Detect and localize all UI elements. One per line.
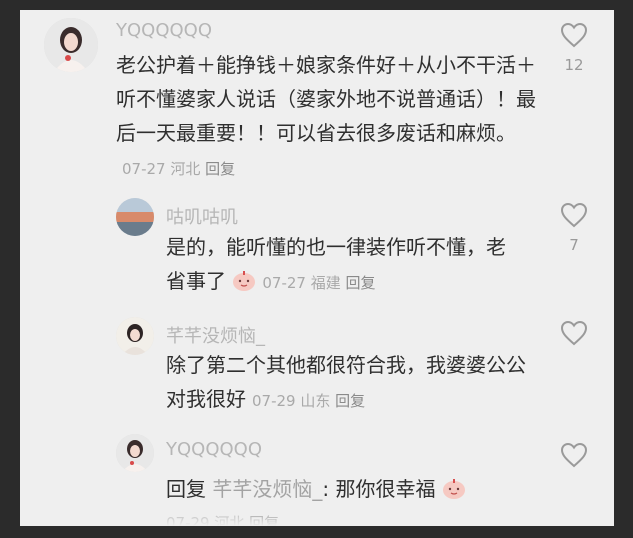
heart-outline-icon — [560, 202, 588, 228]
heart-outline-icon — [560, 442, 588, 468]
username[interactable]: 咕叽咕叽 — [166, 203, 238, 229]
avatar[interactable] — [116, 317, 154, 355]
comment-text: 老公护着＋能挣钱＋娘家条件好＋从小不干活＋听不懂婆家人说话（婆家外地不说普通话）… — [116, 48, 546, 186]
like-button[interactable]: 7 — [560, 202, 588, 254]
comment-item: YQQQQQQ 老公护着＋能挣钱＋娘家条件好＋从小不干活＋听不懂婆家人说话（婆家… — [20, 10, 614, 190]
comment-location: 河北 — [170, 160, 201, 178]
comment-date: 07-27 — [122, 160, 166, 178]
heart-outline-icon — [560, 22, 588, 48]
like-button[interactable]: 12 — [560, 22, 588, 74]
username[interactable]: 芊芊没烦恼_ — [166, 322, 265, 348]
reply-prefix: 回复 — [166, 477, 206, 501]
comment-meta: 07-27 福建 回复 — [262, 274, 375, 292]
comment-text: 回复 芊芊没烦恼_: 那你很幸福 — [166, 472, 546, 510]
avatar[interactable] — [116, 198, 154, 236]
username[interactable]: YQQQQQQ — [166, 439, 262, 460]
username[interactable]: YQQQQQQ — [116, 20, 212, 41]
avatar-image — [116, 434, 154, 472]
reply-button[interactable]: 回复 — [335, 392, 365, 410]
avatar[interactable] — [44, 18, 98, 72]
mention-link[interactable]: 芊芊没烦恼_ — [212, 477, 322, 501]
like-count: 7 — [569, 236, 579, 254]
comment-meta: 07-27 河北 回复 — [122, 160, 235, 178]
comment-location: 福建 — [310, 274, 341, 292]
like-count: 12 — [564, 56, 584, 74]
reply-item: 咕叽咕叽 是的，能听懂的也一律装作听不懂，老省事了 07-27 福建 回复 7 — [20, 190, 614, 310]
reply-button[interactable]: 回复 — [346, 274, 376, 292]
scroll-fade — [20, 508, 614, 526]
comment-panel: YQQQQQQ 老公护着＋能挣钱＋娘家条件好＋从小不干活＋听不懂婆家人说话（婆家… — [20, 10, 614, 526]
comment-meta: 07-29 山东 回复 — [252, 392, 365, 410]
blush-face-icon — [442, 476, 466, 510]
comment-content: 老公护着＋能挣钱＋娘家条件好＋从小不干活＋听不懂婆家人说话（婆家外地不说普通话）… — [116, 53, 536, 145]
avatar-image — [116, 317, 154, 355]
heart-outline-icon — [560, 320, 588, 346]
comment-text: 除了第二个其他都很符合我，我婆婆公公对我很好 07-29 山东 回复 — [166, 348, 526, 418]
like-button[interactable] — [560, 320, 588, 346]
avatar-image — [116, 198, 154, 236]
comment-date: 07-27 — [262, 274, 306, 292]
comment-location: 山东 — [300, 392, 331, 410]
comment-content: : 那你很幸福 — [322, 477, 436, 501]
comment-text: 是的，能听懂的也一律装作听不懂，老省事了 07-27 福建 回复 — [166, 230, 506, 302]
avatar[interactable] — [116, 434, 154, 472]
avatar-image — [44, 18, 98, 72]
reply-button[interactable]: 回复 — [205, 160, 235, 178]
like-button[interactable] — [560, 442, 588, 468]
blush-face-icon — [232, 268, 256, 302]
reply-item: 芊芊没烦恼_ 除了第二个其他都很符合我，我婆婆公公对我很好 07-29 山东 回复 — [20, 310, 614, 426]
comment-date: 07-29 — [252, 392, 296, 410]
